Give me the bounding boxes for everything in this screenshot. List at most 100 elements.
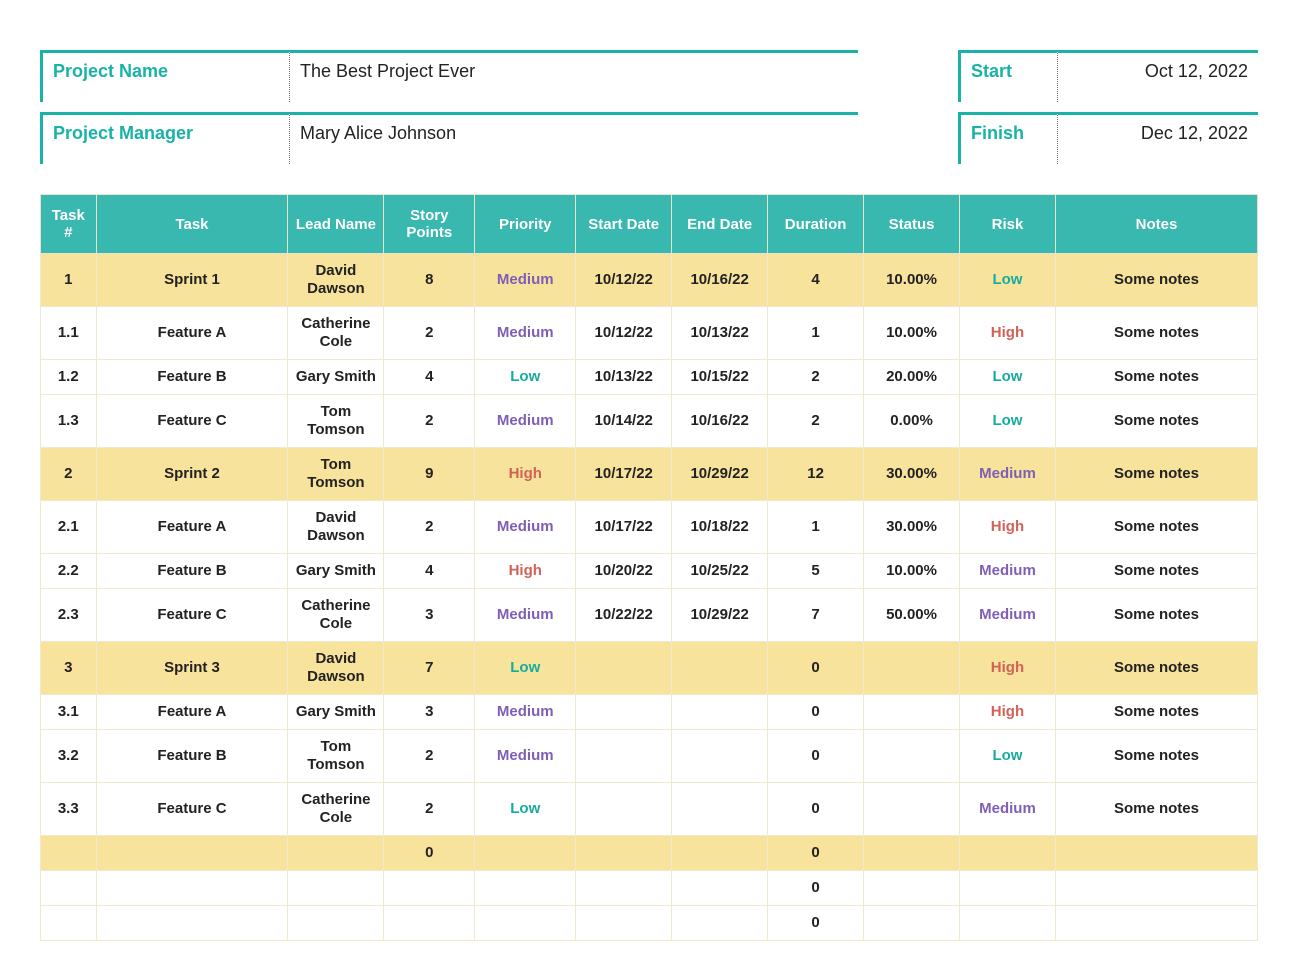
cell-lead[interactable]: Gary Smith xyxy=(288,695,384,730)
project-manager-value[interactable]: Mary Alice Johnson xyxy=(290,112,858,164)
cell-notes[interactable]: Some notes xyxy=(1055,501,1257,554)
cell-notes[interactable]: Some notes xyxy=(1055,395,1257,448)
cell-task-num[interactable] xyxy=(41,871,97,906)
cell-end[interactable] xyxy=(672,906,768,941)
cell-start[interactable] xyxy=(576,730,672,783)
cell-task-num[interactable]: 2.2 xyxy=(41,554,97,589)
cell-task[interactable] xyxy=(96,871,288,906)
cell-status[interactable] xyxy=(864,836,960,871)
cell-lead[interactable]: Gary Smith xyxy=(288,554,384,589)
cell-points[interactable] xyxy=(384,906,475,941)
cell-risk[interactable]: Medium xyxy=(960,783,1056,836)
cell-duration[interactable]: 0 xyxy=(768,730,864,783)
cell-status[interactable]: 20.00% xyxy=(864,360,960,395)
cell-priority[interactable]: Medium xyxy=(475,395,576,448)
cell-risk[interactable]: High xyxy=(960,501,1056,554)
cell-priority[interactable]: Medium xyxy=(475,254,576,307)
cell-status[interactable]: 30.00% xyxy=(864,501,960,554)
cell-end[interactable]: 10/16/22 xyxy=(672,254,768,307)
cell-duration[interactable]: 1 xyxy=(768,501,864,554)
cell-points[interactable]: 7 xyxy=(384,642,475,695)
cell-notes[interactable]: Some notes xyxy=(1055,448,1257,501)
cell-task[interactable] xyxy=(96,836,288,871)
cell-task[interactable]: Feature C xyxy=(96,395,288,448)
cell-task-num[interactable]: 3.3 xyxy=(41,783,97,836)
cell-points[interactable]: 4 xyxy=(384,360,475,395)
cell-priority[interactable]: Medium xyxy=(475,501,576,554)
cell-points[interactable]: 3 xyxy=(384,589,475,642)
cell-start[interactable] xyxy=(576,642,672,695)
cell-task-num[interactable]: 2.1 xyxy=(41,501,97,554)
start-value[interactable]: Oct 12, 2022 xyxy=(1058,50,1258,102)
table-row[interactable]: 1.3Feature CTom Tomson2Medium10/14/2210/… xyxy=(41,395,1258,448)
cell-end[interactable] xyxy=(672,871,768,906)
cell-lead[interactable] xyxy=(288,871,384,906)
cell-points[interactable] xyxy=(384,871,475,906)
cell-notes[interactable]: Some notes xyxy=(1055,360,1257,395)
table-row[interactable]: 00 xyxy=(41,836,1258,871)
cell-end[interactable]: 10/15/22 xyxy=(672,360,768,395)
cell-duration[interactable]: 12 xyxy=(768,448,864,501)
cell-priority[interactable] xyxy=(475,871,576,906)
cell-status[interactable]: 10.00% xyxy=(864,554,960,589)
cell-points[interactable]: 2 xyxy=(384,307,475,360)
cell-points[interactable]: 2 xyxy=(384,783,475,836)
cell-notes[interactable] xyxy=(1055,906,1257,941)
cell-points[interactable]: 2 xyxy=(384,501,475,554)
cell-start[interactable] xyxy=(576,695,672,730)
cell-status[interactable] xyxy=(864,906,960,941)
cell-end[interactable] xyxy=(672,695,768,730)
cell-risk[interactable]: Medium xyxy=(960,589,1056,642)
cell-task-num[interactable]: 2.3 xyxy=(41,589,97,642)
cell-risk[interactable]: Low xyxy=(960,395,1056,448)
cell-start[interactable] xyxy=(576,871,672,906)
cell-task[interactable]: Sprint 1 xyxy=(96,254,288,307)
cell-task-num[interactable]: 3 xyxy=(41,642,97,695)
cell-lead[interactable]: David Dawson xyxy=(288,501,384,554)
cell-task[interactable]: Feature C xyxy=(96,589,288,642)
cell-status[interactable] xyxy=(864,642,960,695)
cell-task[interactable]: Feature A xyxy=(96,501,288,554)
cell-start[interactable]: 10/20/22 xyxy=(576,554,672,589)
table-row[interactable]: 1.1Feature ACatherine Cole2Medium10/12/2… xyxy=(41,307,1258,360)
cell-task-num[interactable]: 1.1 xyxy=(41,307,97,360)
cell-task-num[interactable] xyxy=(41,906,97,941)
cell-risk[interactable]: High xyxy=(960,642,1056,695)
cell-start[interactable]: 10/13/22 xyxy=(576,360,672,395)
cell-task[interactable]: Feature C xyxy=(96,783,288,836)
cell-risk[interactable]: Medium xyxy=(960,554,1056,589)
table-row[interactable]: 1.2Feature BGary Smith4Low10/13/2210/15/… xyxy=(41,360,1258,395)
table-row[interactable]: 2Sprint 2Tom Tomson9High10/17/2210/29/22… xyxy=(41,448,1258,501)
cell-task[interactable]: Feature B xyxy=(96,730,288,783)
cell-status[interactable]: 30.00% xyxy=(864,448,960,501)
cell-duration[interactable]: 0 xyxy=(768,836,864,871)
cell-task[interactable]: Feature B xyxy=(96,554,288,589)
cell-start[interactable]: 10/22/22 xyxy=(576,589,672,642)
table-row[interactable]: 2.3Feature CCatherine Cole3Medium10/22/2… xyxy=(41,589,1258,642)
cell-start[interactable] xyxy=(576,906,672,941)
table-row[interactable]: 0 xyxy=(41,906,1258,941)
cell-notes[interactable]: Some notes xyxy=(1055,254,1257,307)
cell-start[interactable] xyxy=(576,836,672,871)
cell-status[interactable] xyxy=(864,730,960,783)
cell-end[interactable]: 10/29/22 xyxy=(672,448,768,501)
cell-start[interactable]: 10/17/22 xyxy=(576,501,672,554)
cell-lead[interactable]: Catherine Cole xyxy=(288,307,384,360)
cell-status[interactable]: 50.00% xyxy=(864,589,960,642)
table-row[interactable]: 1Sprint 1David Dawson8Medium10/12/2210/1… xyxy=(41,254,1258,307)
cell-duration[interactable]: 0 xyxy=(768,783,864,836)
cell-duration[interactable]: 0 xyxy=(768,642,864,695)
cell-lead[interactable]: David Dawson xyxy=(288,254,384,307)
cell-duration[interactable]: 0 xyxy=(768,906,864,941)
cell-start[interactable]: 10/12/22 xyxy=(576,254,672,307)
cell-priority[interactable] xyxy=(475,836,576,871)
table-row[interactable]: 3.3Feature CCatherine Cole2Low0MediumSom… xyxy=(41,783,1258,836)
cell-task-num[interactable]: 1.3 xyxy=(41,395,97,448)
cell-lead[interactable] xyxy=(288,836,384,871)
cell-task-num[interactable]: 3.1 xyxy=(41,695,97,730)
cell-end[interactable] xyxy=(672,836,768,871)
cell-risk[interactable] xyxy=(960,836,1056,871)
cell-priority[interactable]: Low xyxy=(475,360,576,395)
cell-lead[interactable]: Gary Smith xyxy=(288,360,384,395)
cell-lead[interactable]: Tom Tomson xyxy=(288,448,384,501)
